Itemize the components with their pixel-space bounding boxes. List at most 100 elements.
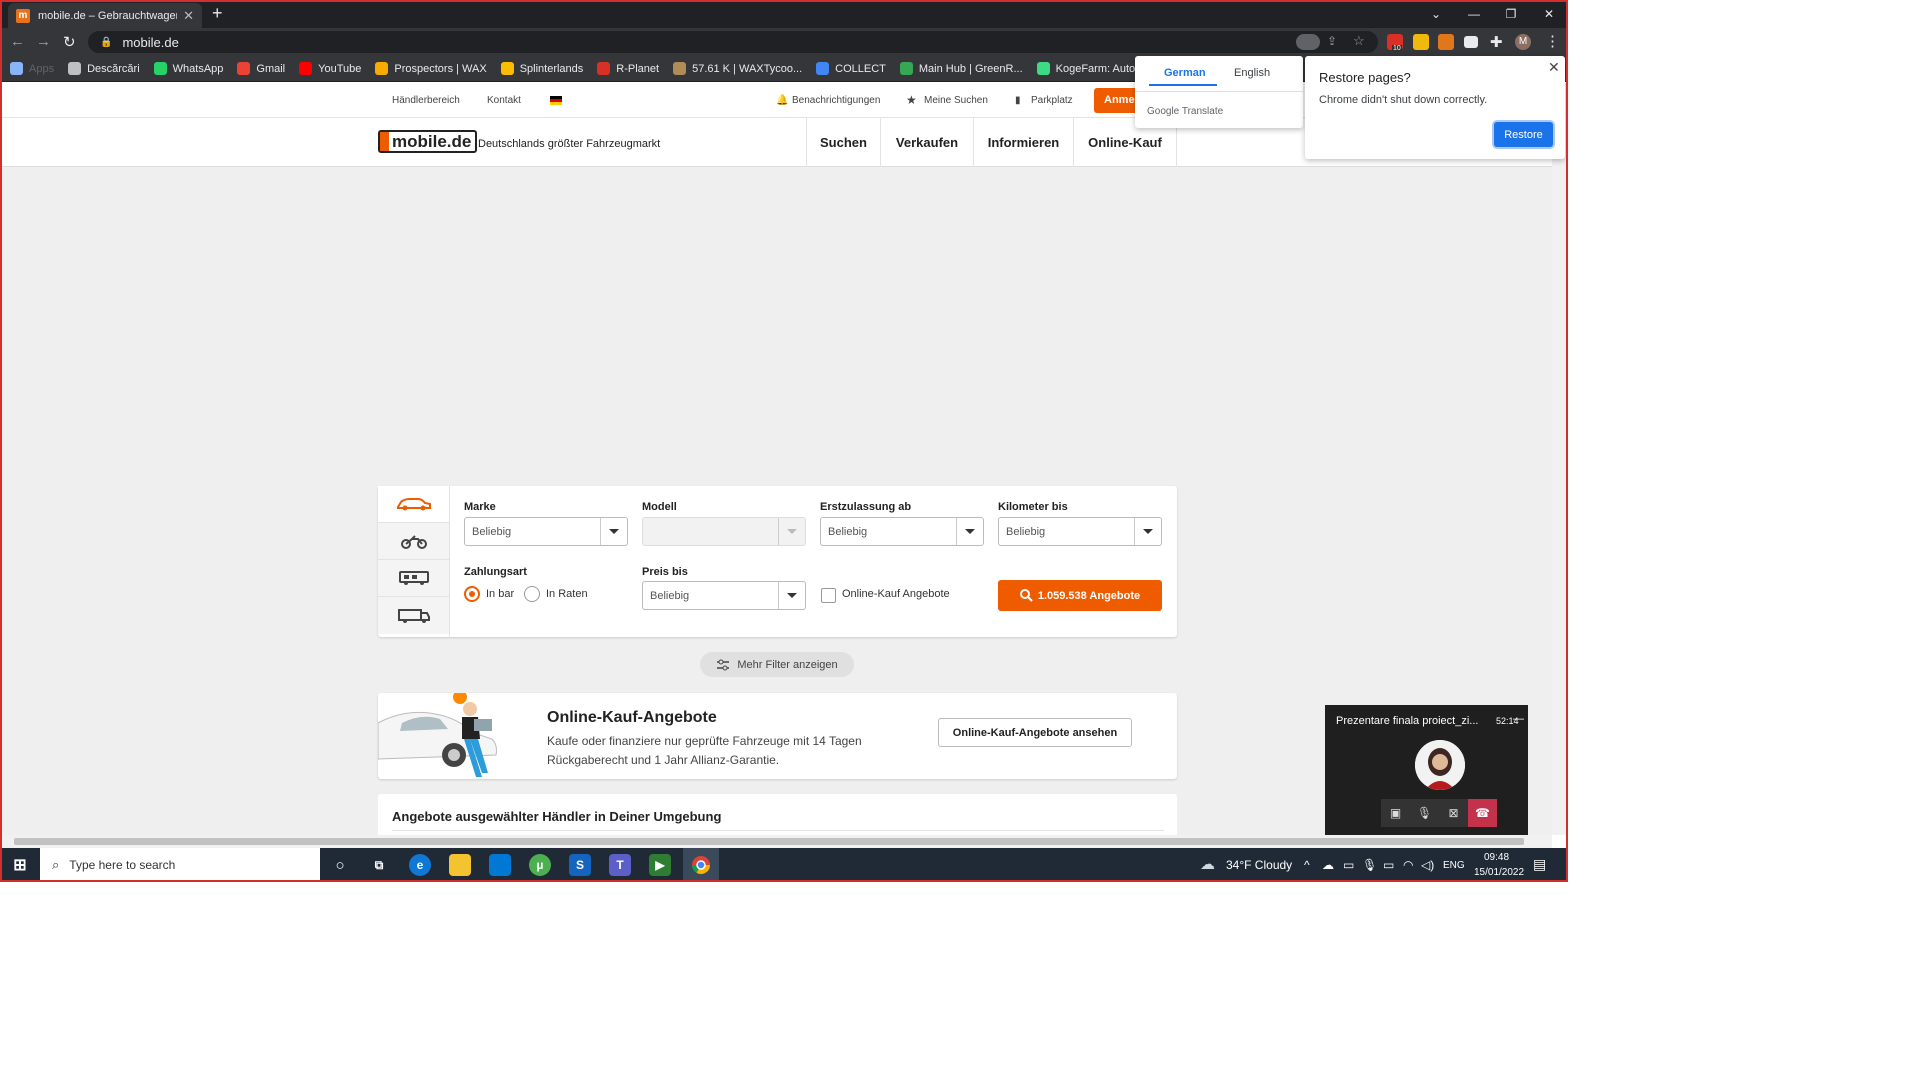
- extensions-puzzle-icon[interactable]: ✚: [1490, 33, 1503, 51]
- microphone-icon[interactable]: 🎙: [1410, 799, 1439, 827]
- nav-suchen[interactable]: Suchen: [806, 118, 880, 167]
- utorrent-icon[interactable]: µ: [529, 854, 551, 876]
- media-player-icon[interactable]: ▶: [649, 854, 671, 876]
- parking-link[interactable]: Parkplatz: [1031, 95, 1073, 106]
- first-registration-select[interactable]: Beliebig: [820, 517, 984, 546]
- price-select[interactable]: Beliebig: [642, 581, 806, 610]
- share-app-icon[interactable]: S: [569, 854, 591, 876]
- device-icon[interactable]: ▭: [1343, 858, 1354, 872]
- show-offers-button[interactable]: 1.059.538 Angebote: [998, 580, 1162, 611]
- share-screen-icon[interactable]: ⊠: [1439, 799, 1468, 827]
- address-bar[interactable]: 🔒 mobile.de: [88, 31, 1378, 53]
- vehicle-tab-motorbike[interactable]: [378, 523, 449, 560]
- close-icon[interactable]: ✕: [1548, 59, 1560, 76]
- tab-search-icon[interactable]: ⌄: [1417, 0, 1455, 28]
- bookmark-item[interactable]: R-Planet: [597, 62, 659, 75]
- model-select[interactable]: [642, 517, 806, 546]
- chevron-up-icon[interactable]: ^: [1304, 858, 1310, 872]
- meeting-mini-window[interactable]: Prezentare finala proiect_zi... 52:14 — …: [1325, 705, 1528, 835]
- horizontal-scrollbar[interactable]: [2, 835, 1552, 848]
- teams-icon[interactable]: T: [609, 854, 631, 876]
- nav-verkaufen[interactable]: Verkaufen: [880, 118, 973, 167]
- bookmark-item[interactable]: WhatsApp: [153, 62, 223, 75]
- view-online-offers-button[interactable]: Online-Kauf-Angebote ansehen: [938, 718, 1132, 747]
- payment-cash-label[interactable]: In bar: [486, 588, 514, 600]
- translate-popup: German English Google Translate: [1135, 56, 1303, 128]
- minimize-icon[interactable]: —: [1513, 713, 1524, 725]
- chrome-taskbar-button[interactable]: [683, 848, 719, 882]
- bookmark-item[interactable]: COLLECT: [816, 62, 886, 75]
- cortana-icon[interactable]: ○: [329, 854, 351, 876]
- vehicle-tab-truck[interactable]: [378, 597, 449, 634]
- payment-cash-radio[interactable]: [464, 586, 480, 602]
- volume-icon[interactable]: ◁): [1421, 858, 1434, 872]
- translate-tab-english[interactable]: English: [1234, 67, 1270, 79]
- close-window-icon[interactable]: ✕: [1530, 0, 1568, 28]
- german-flag-icon[interactable]: [550, 96, 562, 105]
- clock-date[interactable]: 15/01/2022: [1474, 867, 1524, 878]
- online-purchase-label[interactable]: Online-Kauf Angebote: [842, 588, 950, 600]
- wifi-icon[interactable]: ◠: [1403, 858, 1413, 872]
- vertical-scrollbar[interactable]: [1552, 83, 1566, 835]
- notifications-link[interactable]: Benachrichtigungen: [792, 95, 880, 106]
- task-view-icon[interactable]: ⧉: [368, 854, 390, 876]
- new-tab-icon[interactable]: +: [212, 3, 223, 24]
- bookmark-item[interactable]: Prospectors | WAX: [375, 62, 487, 75]
- dropdown-arrow-icon: [778, 518, 805, 545]
- online-purchase-checkbox[interactable]: [821, 588, 836, 603]
- metamask-extension-icon[interactable]: [1438, 34, 1454, 50]
- weather-text[interactable]: 34°F Cloudy: [1226, 858, 1292, 872]
- saved-searches-link[interactable]: Meine Suchen: [924, 95, 988, 106]
- reader-extension-icon[interactable]: [1464, 36, 1478, 48]
- clock-time[interactable]: 09:48: [1484, 852, 1509, 863]
- binance-extension-icon[interactable]: [1413, 34, 1429, 50]
- bookmark-item[interactable]: Splinterlands: [500, 62, 583, 75]
- taskbar-search-box[interactable]: ⌕ Type here to search: [40, 848, 320, 882]
- bookmark-item[interactable]: Apps: [10, 62, 54, 75]
- onedrive-icon[interactable]: ☁: [1322, 858, 1334, 872]
- restore-window-icon[interactable]: ❐: [1492, 0, 1530, 28]
- more-filters-button[interactable]: Mehr Filter anzeigen: [700, 652, 854, 677]
- input-language[interactable]: ENG: [1443, 860, 1465, 871]
- make-select[interactable]: Beliebig: [464, 517, 628, 546]
- dealer-area-link[interactable]: Händlerbereich: [392, 95, 460, 106]
- contact-link[interactable]: Kontakt: [487, 95, 521, 106]
- payment-rates-radio[interactable]: [524, 586, 540, 602]
- browser-tab[interactable]: m mobile.de – Gebrauchtwagen und ✕: [8, 3, 202, 28]
- notifications-icon[interactable]: ▤: [1533, 856, 1546, 873]
- forward-icon[interactable]: →: [36, 33, 51, 50]
- profile-avatar-icon[interactable]: M: [1515, 34, 1531, 50]
- cloud-weather-icon[interactable]: ☁: [1200, 855, 1215, 873]
- translate-tab-german[interactable]: German: [1164, 67, 1206, 79]
- edge-icon[interactable]: e: [409, 854, 431, 876]
- close-tab-icon[interactable]: ✕: [183, 8, 194, 24]
- camera-off-icon[interactable]: ▣: [1381, 799, 1410, 827]
- nav-informieren[interactable]: Informieren: [973, 118, 1073, 167]
- bookmark-item[interactable]: Main Hub | GreenR...: [899, 62, 1023, 75]
- bookmark-item[interactable]: YouTube: [299, 62, 361, 75]
- back-icon[interactable]: ←: [10, 33, 25, 50]
- bookmark-item[interactable]: 57.61 K | WAXTycoo...: [673, 62, 802, 75]
- mobile-de-logo[interactable]: mobile.de: [378, 130, 478, 153]
- vehicle-tab-camper[interactable]: [378, 560, 449, 597]
- mileage-select[interactable]: Beliebig: [998, 517, 1162, 546]
- microsoft-store-icon[interactable]: [489, 854, 511, 876]
- scroll-thumb[interactable]: [14, 838, 1524, 845]
- restore-button[interactable]: Restore: [1494, 122, 1553, 147]
- vehicle-tab-car[interactable]: [378, 486, 449, 523]
- microphone-tray-icon[interactable]: 🎙: [1362, 858, 1377, 872]
- share-icon[interactable]: ⇪: [1327, 34, 1337, 48]
- minimize-icon[interactable]: —: [1455, 0, 1493, 28]
- translate-icon[interactable]: [1296, 34, 1320, 50]
- battery-icon[interactable]: ▭: [1383, 858, 1394, 872]
- payment-rates-label[interactable]: In Raten: [546, 588, 588, 600]
- menu-kebab-icon[interactable]: ⋮: [1545, 32, 1560, 50]
- reload-icon[interactable]: ↻: [63, 33, 76, 51]
- bookmark-item[interactable]: Gmail: [237, 62, 285, 75]
- hang-up-icon[interactable]: ☎: [1468, 799, 1497, 827]
- search-icon: ⌕: [52, 857, 60, 872]
- file-explorer-icon[interactable]: [449, 854, 471, 876]
- bookmark-item[interactable]: Descărcări: [68, 62, 140, 75]
- bookmark-star-icon[interactable]: ☆: [1353, 33, 1365, 49]
- windows-start-icon[interactable]: ⊞: [9, 854, 31, 876]
